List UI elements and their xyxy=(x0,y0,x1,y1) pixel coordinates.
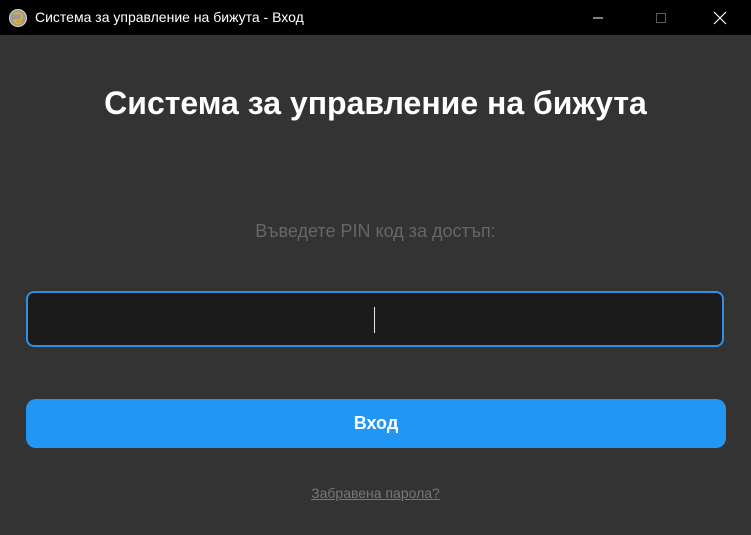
text-caret xyxy=(374,307,375,333)
close-icon xyxy=(713,11,727,24)
login-window: Система за управление на бижута - Вход С… xyxy=(0,0,751,535)
pin-label: Въведете PIN код за достъп: xyxy=(255,221,496,241)
app-logo-icon xyxy=(8,8,28,28)
maximize-icon xyxy=(656,12,666,23)
title-bar[interactable]: Система за управление на бижута - Вход xyxy=(0,0,751,35)
minimize-button[interactable] xyxy=(575,0,621,35)
minimize-icon xyxy=(593,17,603,18)
maximize-button[interactable] xyxy=(638,0,684,35)
pin-input[interactable] xyxy=(26,291,724,347)
page-title: Система за управление на бижута xyxy=(104,85,647,121)
window-title: Система за управление на бижута - Вход xyxy=(35,9,304,25)
close-button[interactable] xyxy=(697,0,743,35)
forgot-password-link[interactable]: Забравена парола? xyxy=(0,483,751,503)
login-button[interactable]: Вход xyxy=(26,399,726,448)
